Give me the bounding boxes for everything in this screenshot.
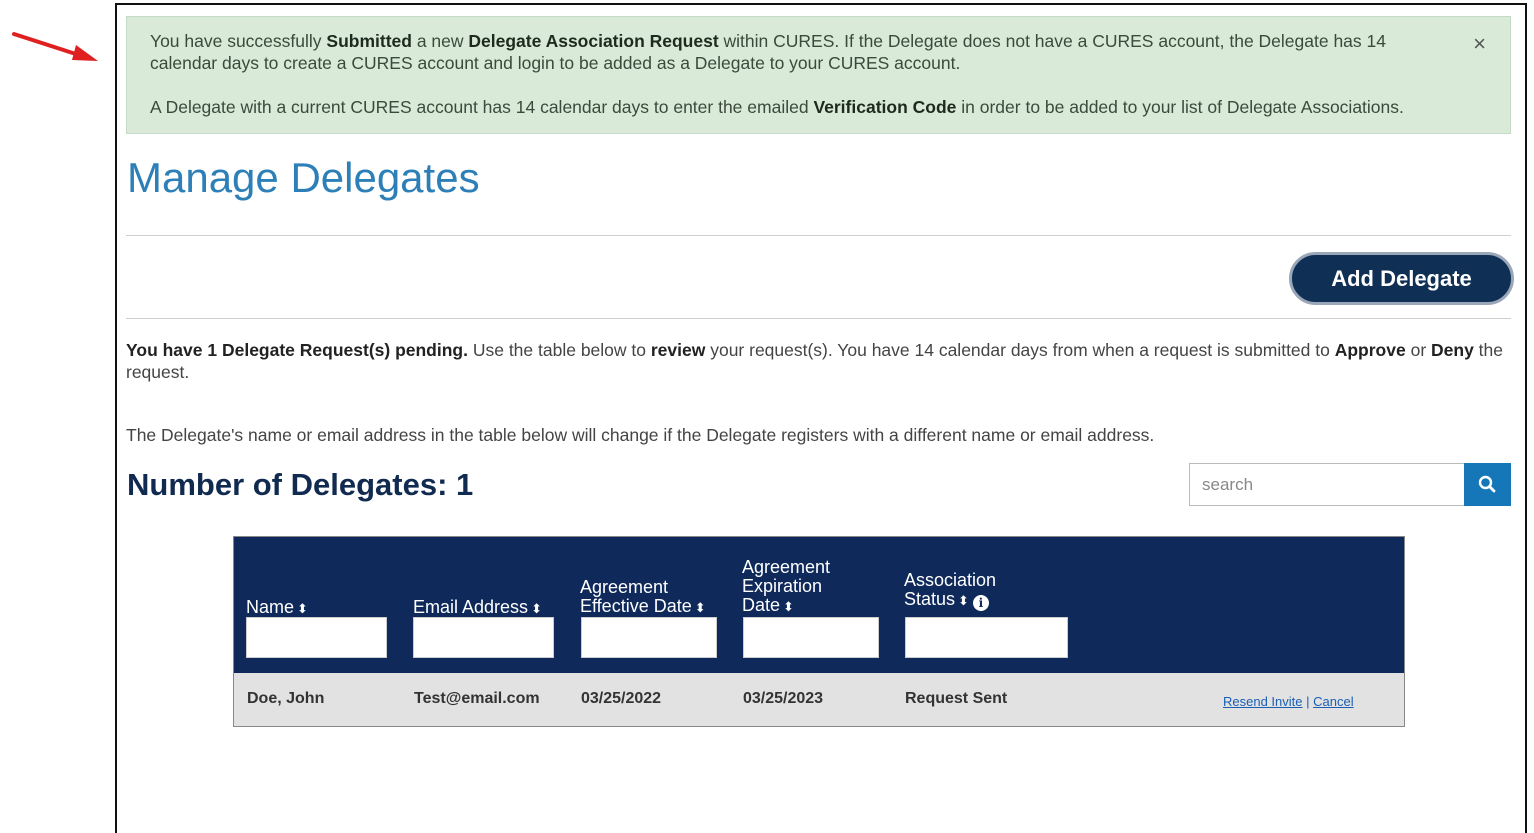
cell-name: Doe, John bbox=[247, 690, 325, 707]
delegate-count-heading: Number of Delegates: 1 bbox=[127, 467, 474, 502]
sort-icon: ⬍ bbox=[297, 601, 308, 616]
cell-effective-date: 03/25/2022 bbox=[581, 690, 662, 707]
alert-message-2: A Delegate with a current CURES account … bbox=[150, 97, 1404, 117]
search-box bbox=[1189, 463, 1511, 506]
pending-requests-notice: You have 1 Delegate Request(s) pending. … bbox=[126, 340, 1504, 382]
divider bbox=[126, 318, 1511, 319]
sort-icon: ⬍ bbox=[694, 600, 706, 615]
red-arrow-icon bbox=[12, 32, 98, 61]
cell-expiration-date: 03/25/2023 bbox=[743, 690, 824, 707]
resend-invite-link[interactable]: Resend Invite bbox=[1223, 694, 1303, 709]
success-alert: You have successfully Submitted a new De… bbox=[126, 16, 1511, 134]
status-filter-input[interactable] bbox=[905, 617, 1068, 658]
sort-icon: ⬍ bbox=[958, 593, 969, 608]
column-header-effective-date[interactable]: Agreement Effective Date ⬍ bbox=[580, 578, 706, 617]
column-header-name[interactable]: Name ⬍ bbox=[246, 598, 308, 618]
action-separator: | bbox=[1302, 694, 1314, 709]
search-input[interactable] bbox=[1189, 463, 1465, 506]
search-icon bbox=[1478, 475, 1496, 493]
cell-email: Test@email.com bbox=[414, 690, 540, 707]
info-icon[interactable]: i bbox=[972, 595, 989, 611]
name-filter-input[interactable] bbox=[246, 617, 387, 658]
search-button[interactable] bbox=[1464, 463, 1511, 506]
close-icon[interactable]: × bbox=[1473, 33, 1486, 55]
alert-message-1: You have successfully Submitted a new De… bbox=[150, 31, 1386, 73]
column-header-email[interactable]: Email Address ⬍ bbox=[413, 598, 542, 618]
cancel-link[interactable]: Cancel bbox=[1313, 694, 1353, 709]
cell-status: Request Sent bbox=[905, 690, 1008, 707]
column-header-expiration-date[interactable]: Agreement Expiration Date ⬍ bbox=[742, 558, 830, 616]
table-header: Name ⬍ Email Address ⬍ Agreement Effective… bbox=[234, 537, 1404, 673]
effective-date-filter-input[interactable] bbox=[581, 617, 717, 658]
delegates-table: Name ⬍ Email Address ⬍ Agreement Effective… bbox=[233, 536, 1405, 727]
table-row: Doe, John Test@email.com 03/25/2022 03/2… bbox=[234, 673, 1404, 726]
delegate-info-note: The Delegate's name or email address in … bbox=[126, 425, 1155, 445]
divider bbox=[126, 235, 1511, 236]
expiration-date-filter-input[interactable] bbox=[743, 617, 879, 658]
add-delegate-button[interactable]: Add Delegate bbox=[1289, 252, 1514, 305]
sort-icon: ⬍ bbox=[531, 601, 542, 616]
email-filter-input[interactable] bbox=[413, 617, 554, 658]
page-title: Manage Delegates bbox=[127, 154, 480, 201]
column-header-association-status[interactable]: Association Status ⬍ i bbox=[904, 571, 996, 611]
sort-icon: ⬍ bbox=[783, 599, 794, 614]
row-actions: Resend Invite | Cancel bbox=[1223, 694, 1354, 709]
